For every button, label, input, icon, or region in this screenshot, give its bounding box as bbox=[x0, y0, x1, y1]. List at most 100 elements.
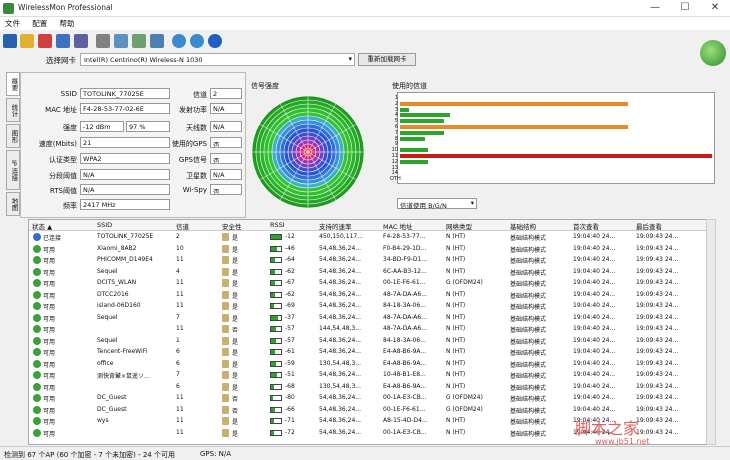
wispy-value: 否 bbox=[210, 184, 242, 195]
table-row[interactable]: 可用 DTCC2016 11 是 -62 54,48,36,24... 48-7A-DA-A… bbox=[29, 290, 715, 301]
table-row[interactable]: 可用 island-06D160 11 是 -69 54,48,36,24... 84-18… bbox=[29, 301, 715, 312]
cell-last-seen: 19:09:43 24... bbox=[636, 256, 679, 263]
cell-mac: 48-7A-DA-A6... bbox=[383, 313, 427, 321]
cell-rssi: -12 bbox=[285, 233, 295, 240]
save-icon[interactable] bbox=[3, 34, 17, 48]
cell-infrastructure: 基础结构模式 bbox=[510, 281, 547, 288]
column-header-0[interactable]: 状态 ▲ bbox=[32, 221, 52, 231]
rssi-bar-fill bbox=[271, 281, 275, 285]
column-header-3[interactable]: 安全性 bbox=[222, 221, 242, 231]
rssi-bar bbox=[270, 326, 282, 332]
status-icon bbox=[33, 382, 41, 391]
cell-mac: 00-1E-F6-61... bbox=[383, 279, 426, 286]
minimize-button[interactable]: — bbox=[640, 0, 670, 17]
cell-last-seen: 19:09:43 24... bbox=[636, 313, 679, 321]
channel-bar-5 bbox=[400, 119, 444, 124]
status-bar: 检测到 67 个AP (60 个加密 - 7 个未加密) - 24 个可用 GP… bbox=[0, 446, 730, 460]
column-header-10[interactable]: 最后查看 bbox=[636, 221, 662, 231]
network-icon[interactable] bbox=[56, 34, 70, 48]
cell-infrastructure: 基础结构模式 bbox=[510, 235, 547, 242]
auth-value: WPA2 bbox=[80, 153, 170, 164]
status-icon bbox=[33, 336, 41, 345]
cell-infrastructure: 基础结构模式 bbox=[510, 361, 547, 369]
lock-icon bbox=[222, 290, 229, 299]
cell-rssi: -51 bbox=[285, 371, 295, 378]
column-header-6[interactable]: MAC 地址 bbox=[383, 221, 413, 231]
close-button[interactable]: ✕ bbox=[700, 0, 730, 17]
column-header-8[interactable]: 基础结构 bbox=[510, 221, 536, 231]
table-row[interactable]: 可用 Sequel 4 是 -62 54,48,36,24... 6C-AA-B3-12..… bbox=[29, 267, 715, 278]
refresh-icon[interactable] bbox=[190, 34, 204, 48]
tab-statistics[interactable]: 统计 bbox=[6, 98, 20, 122]
cell-network-type: G (OFDM24) bbox=[446, 279, 483, 286]
table-row[interactable]: 已连接 TOTOLINK_77025E 2 是 -12 450,150,117... F4-… bbox=[29, 232, 715, 243]
copy-icon[interactable] bbox=[114, 34, 128, 48]
reload-nic-button[interactable]: 重新加载网卡 bbox=[358, 53, 416, 66]
table-row[interactable]: 可用 测快背鼙×鼠遥ソ... 7 是 -51 54,48,36,24... 10-48-B1… bbox=[29, 370, 715, 381]
cell-rssi: -62 bbox=[285, 290, 295, 298]
antenna-value: N/A bbox=[210, 121, 242, 132]
column-header-5[interactable]: 支持的速率 bbox=[319, 221, 352, 231]
toolbar bbox=[0, 31, 730, 51]
left-tabs: 概要 统计 图形 IP 连接 地图 bbox=[6, 72, 20, 222]
table-scrollbar[interactable] bbox=[706, 219, 716, 445]
open-folder-icon[interactable] bbox=[20, 34, 34, 48]
menu-config[interactable]: 配置 bbox=[27, 17, 52, 30]
channel-bar-3 bbox=[400, 107, 410, 112]
nic-select[interactable]: Intel(R) Centrino(R) Wireless-N 1030 ▾ bbox=[80, 53, 355, 66]
table-row[interactable]: 可用 office 6 是 -59 130,54,48,3... E4-A8-B6-9A..… bbox=[29, 359, 715, 370]
table-row[interactable]: 可用 Tencent-FreeWiFi 6 是 -61 54,48,36,24... E4-… bbox=[29, 347, 715, 358]
table-row[interactable]: 可用 6 是 -68 130,54,48,3... E4-A8-B6-9A... N (HT… bbox=[29, 382, 715, 393]
table-row[interactable]: 可用 Sequel 1 是 -57 54,48,36,24... 84-18-3A-06..… bbox=[29, 336, 715, 347]
checklist-icon[interactable] bbox=[132, 34, 146, 48]
menu-bar: 文件 配置 帮助 bbox=[0, 17, 730, 30]
menu-file[interactable]: 文件 bbox=[0, 17, 25, 30]
column-header-2[interactable]: 信道 bbox=[176, 221, 189, 231]
channel-bar-4 bbox=[400, 113, 450, 118]
maximize-button[interactable]: ☐ bbox=[670, 0, 700, 17]
cell-ssid: wys bbox=[97, 417, 109, 424]
table-row[interactable]: 可用 DC_Guest 11 否 -66 54,48,36,24... 00-1E-F6-6… bbox=[29, 405, 715, 416]
adapter-icon[interactable] bbox=[74, 34, 88, 48]
tab-graph[interactable]: 图形 bbox=[6, 124, 20, 148]
print-icon[interactable] bbox=[96, 34, 110, 48]
column-header-7[interactable]: 网络类型 bbox=[446, 221, 472, 231]
column-header-9[interactable]: 首次查看 bbox=[573, 221, 599, 231]
column-header-1[interactable]: SSID bbox=[97, 221, 112, 229]
column-header-4[interactable]: RSSI bbox=[270, 221, 285, 229]
export-icon[interactable] bbox=[150, 34, 164, 48]
channel-filter-select[interactable]: 信道使用 B/G/N ▾ bbox=[397, 198, 477, 210]
cell-infrastructure: 基础结构模式 bbox=[510, 430, 547, 438]
tab-ip-connection[interactable]: IP 连接 bbox=[6, 150, 20, 190]
status-icon bbox=[33, 371, 41, 379]
cell-ssid: DTCC2016 bbox=[97, 290, 129, 298]
rssi-bar bbox=[270, 383, 282, 390]
table-row[interactable]: 可用 DC_Guest 11 否 -80 54,48,36,24... 00-1A-E3-C… bbox=[29, 393, 715, 404]
tab-summary[interactable]: 概要 bbox=[6, 72, 20, 96]
cell-network-type: G (OFDM24) bbox=[446, 394, 483, 401]
globe-icon[interactable] bbox=[172, 34, 186, 48]
record-icon[interactable] bbox=[38, 34, 52, 48]
cell-rates: 130,54,48,3... bbox=[319, 359, 361, 367]
cell-infrastructure: 基础结构模式 bbox=[510, 350, 547, 357]
tab-map[interactable]: 地图 bbox=[6, 192, 20, 216]
rssi-bar-fill bbox=[271, 384, 275, 389]
antenna-label: 天线数 bbox=[186, 124, 207, 132]
cell-security: 否 bbox=[232, 327, 239, 334]
cell-mac: A8-15-4D-D4... bbox=[383, 417, 428, 424]
table-row[interactable]: 可用 Sequel 7 是 -37 54,48,36,24... 48-7A-DA-A6..… bbox=[29, 313, 715, 324]
cell-ssid: PHICOMM_D149E4 bbox=[97, 256, 153, 263]
window-title: WirelessMon Professional bbox=[18, 3, 113, 12]
cell-last-seen: 19:09:43 24... bbox=[636, 336, 679, 344]
table-row[interactable]: 可用 Xiaomi_8AB2 10 是 -46 54,48,36,24... F0-B4-2… bbox=[29, 244, 715, 255]
table-row[interactable]: 可用 DCITS_WLAN 11 是 -67 54,48,36,24... 00-1E-F6… bbox=[29, 278, 715, 289]
cell-status: 可用 bbox=[43, 384, 56, 392]
menu-help[interactable]: 帮助 bbox=[54, 17, 79, 30]
help-icon[interactable] bbox=[208, 34, 222, 48]
strength-pct-value: 97 % bbox=[126, 121, 170, 132]
table-row[interactable]: 可用 11 否 -57 144,54,48,3... 48-7A-DA-A6... N (H… bbox=[29, 324, 715, 335]
status-icon bbox=[33, 290, 41, 299]
ssid-value: TOTOLINK_77025E bbox=[80, 88, 170, 99]
cell-rssi: -61 bbox=[285, 348, 295, 355]
table-row[interactable]: 可用 PHICOMM_D149E4 11 是 -64 54,48,36,24... 34-B… bbox=[29, 255, 715, 266]
